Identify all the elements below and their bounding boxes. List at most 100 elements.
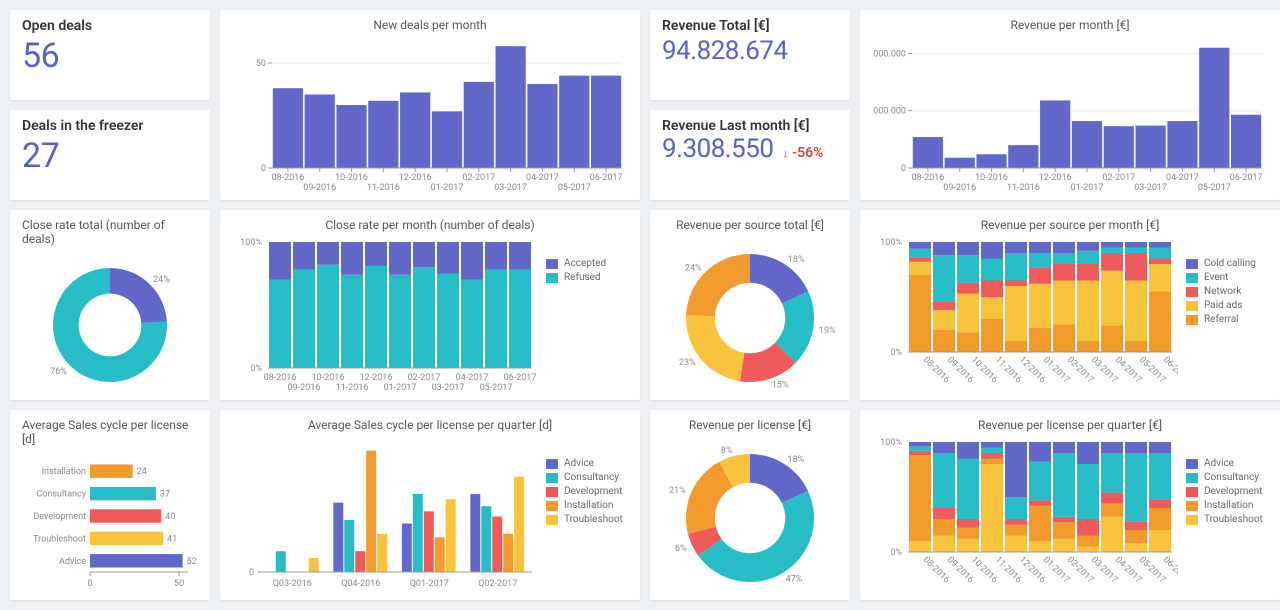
svg-text:8%: 8% — [721, 446, 733, 456]
legend-label: Refused — [564, 272, 601, 283]
svg-text:06-2017: 06-2017 — [590, 173, 623, 183]
legend-swatch — [546, 259, 558, 269]
svg-text:50: 50 — [256, 59, 266, 69]
svg-text:05-2017: 05-2017 — [558, 183, 591, 192]
legend-swatch — [546, 515, 558, 525]
legend-swatch — [546, 501, 558, 511]
card-avg-cycle: Average Sales cycle per license [d] Inst… — [10, 410, 210, 600]
svg-text:40: 40 — [165, 512, 175, 522]
avg-cycle-title: Average Sales cycle per license [d] — [22, 418, 198, 446]
legend-label: Consultancy — [1204, 472, 1259, 483]
new-deals-title: New deals per month — [232, 18, 628, 32]
kpi-stack-right-1: Revenue Total [€] 94.828.674 Revenue Las… — [650, 10, 850, 200]
revenue-last-delta: ↓ -56% — [782, 145, 823, 161]
chart-legend: Advice Consultancy Development Installation… — [1186, 436, 1263, 595]
svg-text:12-2016: 12-2016 — [1039, 173, 1072, 183]
legend-swatch — [1186, 287, 1198, 297]
legend-label: Installation — [1204, 500, 1253, 511]
legend-swatch — [546, 273, 558, 283]
legend-item: Network — [1186, 286, 1256, 297]
svg-text:04-2017: 04-2017 — [1166, 173, 1199, 183]
svg-text:Consultancy: Consultancy — [36, 490, 86, 500]
card-revenue-source-month: Revenue per source per month [€] 0%100%0… — [860, 210, 1280, 400]
revenue-month-title: Revenue per month [€] — [872, 18, 1268, 32]
legend-item: Advice — [1186, 458, 1263, 469]
kpi-stack-left-1: Open deals 56 Deals in the freezer 27 — [10, 10, 210, 200]
svg-text:52: 52 — [187, 557, 197, 567]
avg-cycle-q-title: Average Sales cycle per license per quar… — [232, 418, 628, 432]
card-close-rate-month: Close rate per month (number of deals) 0… — [220, 210, 640, 400]
close-rate-total-title: Close rate total (number of deals) — [22, 218, 198, 246]
card-revenue-license-q: Revenue per license per quarter [€] 0%10… — [860, 410, 1280, 600]
revenue-source-month-title: Revenue per source per month [€] — [872, 218, 1268, 232]
svg-text:09-2016: 09-2016 — [943, 183, 976, 192]
svg-text:24%: 24% — [153, 275, 170, 285]
legend-label: Troubleshoot — [564, 514, 623, 525]
legend-swatch — [1186, 501, 1198, 511]
legend-label: Development — [1204, 486, 1263, 497]
svg-text:100%: 100% — [880, 438, 902, 448]
svg-text:12-2016: 12-2016 — [399, 173, 432, 183]
legend-item: Accepted — [546, 258, 606, 269]
svg-text:19%: 19% — [819, 326, 836, 336]
legend-label: Advice — [564, 458, 594, 469]
svg-text:0%: 0% — [250, 364, 262, 374]
svg-text:11-2016: 11-2016 — [367, 183, 400, 192]
legend-swatch — [1186, 259, 1198, 269]
svg-text:10-2016: 10-2016 — [335, 173, 368, 183]
svg-text:01-2017: 01-2017 — [431, 183, 464, 192]
legend-swatch — [1186, 459, 1198, 469]
svg-text:6%: 6% — [675, 544, 687, 554]
card-avg-cycle-q: Average Sales cycle per license per quar… — [220, 410, 640, 600]
card-open-deals: Open deals 56 — [10, 10, 210, 100]
legend-label: Referral — [1204, 314, 1239, 325]
open-deals-title: Open deals — [22, 18, 198, 34]
chart-revenue-license-q: 0%100%08-201609-201610-201611-201612-201… — [872, 436, 1268, 595]
svg-text:Installation: Installation — [42, 467, 86, 477]
legend-item: Installation — [546, 500, 623, 511]
svg-text:Q01-2017: Q01-2017 — [410, 579, 449, 589]
svg-text:24%: 24% — [685, 263, 702, 273]
svg-text:04-2017: 04-2017 — [456, 373, 489, 383]
svg-text:09-2016: 09-2016 — [303, 183, 336, 192]
down-arrow-icon: ↓ — [782, 146, 788, 160]
open-deals-value: 56 — [22, 36, 198, 76]
svg-text:10-2016: 10-2016 — [975, 173, 1008, 183]
chart-close-rate-total: 24% 76% — [22, 250, 198, 395]
svg-text:02-2017: 02-2017 — [462, 173, 495, 183]
svg-text:10-2016: 10-2016 — [312, 373, 345, 383]
dashboard-grid: Open deals 56 Deals in the freezer 27 Ne… — [10, 10, 1270, 600]
card-revenue-license: Revenue per license [€] 18%47%6%21%8% — [650, 410, 850, 600]
legend-label: Event — [1204, 272, 1228, 283]
legend-label: Troubleshoot — [1204, 514, 1263, 525]
svg-text:47%: 47% — [786, 574, 803, 584]
svg-text:06-2017: 06-2017 — [504, 373, 537, 383]
svg-text:15%: 15% — [772, 381, 789, 391]
svg-text:03-2017: 03-2017 — [494, 183, 527, 192]
chart-avg-cycle-q: 0Q03-2016Q04-2016Q01-2017Q02-2017AdviceC… — [232, 436, 628, 595]
card-revenue-total: Revenue Total [€] 94.828.674 — [650, 10, 850, 100]
svg-text:01-2017: 01-2017 — [1071, 183, 1104, 192]
svg-text:Q04-2016: Q04-2016 — [341, 579, 380, 589]
svg-text:01-2017: 01-2017 — [384, 383, 417, 392]
chart-revenue-source-total: 18%19%15%23%24% — [662, 236, 838, 395]
svg-text:04-2017: 04-2017 — [526, 173, 559, 183]
svg-text:50: 50 — [174, 579, 184, 589]
legend-swatch — [546, 473, 558, 483]
svg-text:Q03-2016: Q03-2016 — [273, 579, 312, 589]
legend-swatch — [1186, 473, 1198, 483]
svg-text:76%: 76% — [50, 367, 67, 377]
svg-text:18%: 18% — [788, 455, 805, 465]
legend-label: Cold calling — [1204, 258, 1256, 269]
chart-avg-cycle: Installation24Consultancy37Development40… — [22, 450, 198, 595]
revenue-source-total-title: Revenue per source total [€] — [662, 218, 838, 232]
close-rate-month-title: Close rate per month (number of deals) — [232, 218, 628, 232]
legend-swatch — [1186, 487, 1198, 497]
legend-item: Installation — [1186, 500, 1263, 511]
svg-text:41: 41 — [167, 534, 177, 544]
svg-text:100%: 100% — [880, 238, 902, 248]
svg-text:Troubleshoot: Troubleshoot — [33, 534, 86, 544]
svg-text:24: 24 — [137, 467, 147, 477]
legend-item: Development — [546, 486, 623, 497]
card-new-deals: New deals per month 05008-201609-201610-… — [220, 10, 640, 200]
